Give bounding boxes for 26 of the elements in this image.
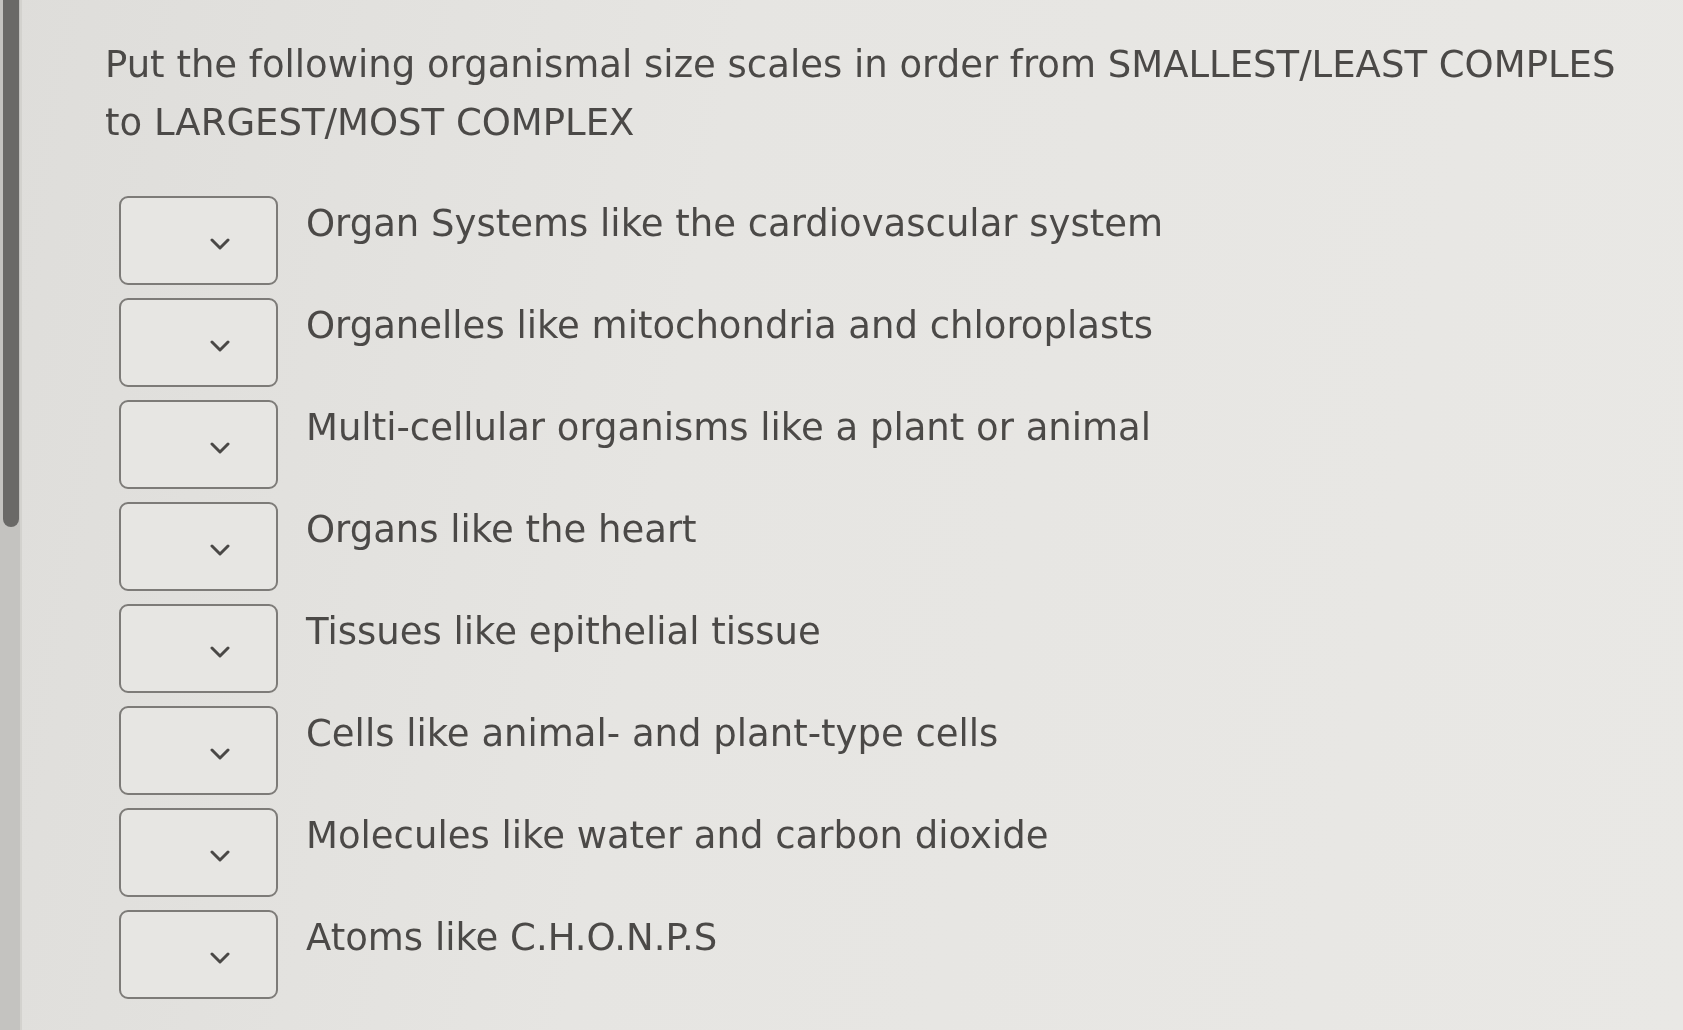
item-label: Organ Systems like the cardiovascular system <box>306 201 1164 247</box>
answer-dropdown[interactable] <box>119 910 278 999</box>
question-text: Put the following organismal size scales in order from SMALLEST/LEAST COMPLES to LARGEST/MOST COMPLEX <box>105 42 1617 146</box>
item-label: Organelles like mitochondria and chloroplasts <box>306 303 1153 349</box>
scrollbar-thumb[interactable] <box>3 0 19 527</box>
item-label: Organs like the heart <box>306 507 697 553</box>
chevron-down-icon <box>209 339 230 352</box>
chevron-down-icon <box>209 747 230 760</box>
answer-dropdown[interactable] <box>119 400 278 489</box>
item-label: Molecules like water and carbon dioxide <box>306 813 1049 859</box>
answer-dropdown[interactable] <box>119 196 278 285</box>
chevron-down-icon <box>209 441 230 454</box>
item-label: Cells like animal- and plant-type cells <box>306 711 999 757</box>
answer-dropdown[interactable] <box>119 808 278 897</box>
item-label: Atoms like C.H.O.N.P.S <box>306 915 718 961</box>
answer-dropdown[interactable] <box>119 502 278 591</box>
chevron-down-icon <box>209 237 230 250</box>
item-label: Tissues like epithelial tissue <box>306 609 821 655</box>
item-label: Multi-cellular organisms like a plant or animal <box>306 405 1152 451</box>
chevron-down-icon <box>209 951 230 964</box>
chevron-down-icon <box>209 849 230 862</box>
chevron-down-icon <box>209 543 230 556</box>
answer-dropdown[interactable] <box>119 298 278 387</box>
answer-dropdown[interactable] <box>119 706 278 795</box>
chevron-down-icon <box>209 645 230 658</box>
answer-dropdown[interactable] <box>119 604 278 693</box>
